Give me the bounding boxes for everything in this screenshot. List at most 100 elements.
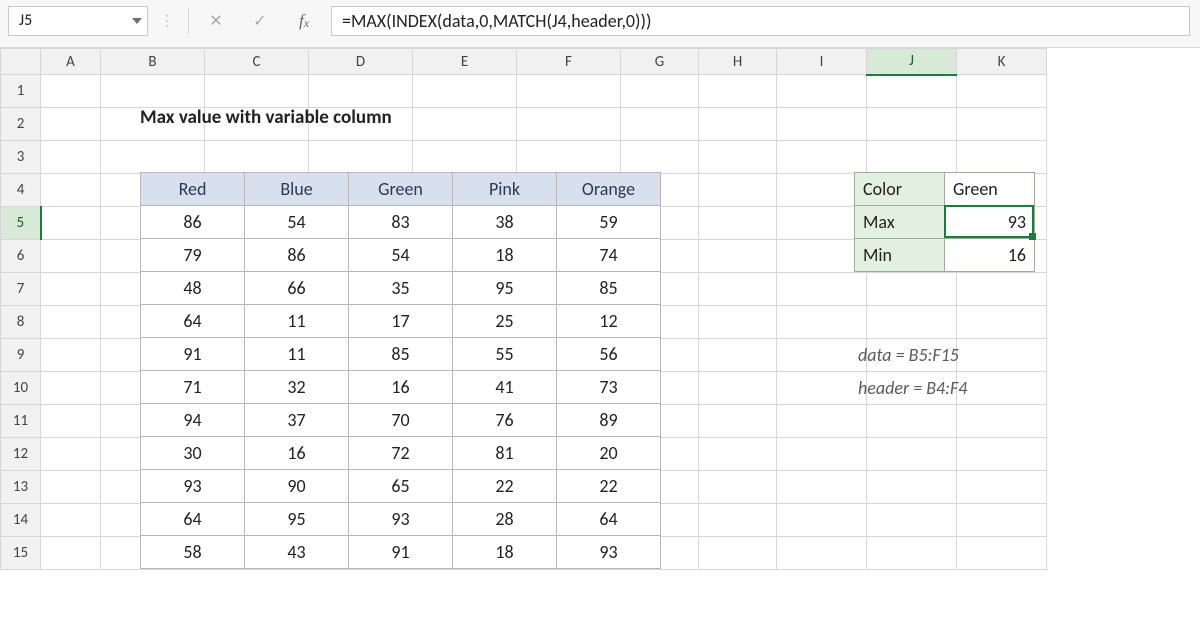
data-cell[interactable]: 16 xyxy=(349,371,453,404)
cell[interactable] xyxy=(777,207,867,240)
cell[interactable] xyxy=(517,108,621,141)
cell[interactable] xyxy=(957,471,1047,504)
cell[interactable] xyxy=(957,273,1047,306)
cell[interactable] xyxy=(621,108,699,141)
data-cell[interactable]: 81 xyxy=(453,437,557,470)
cell[interactable] xyxy=(957,108,1047,141)
enter-icon[interactable]: ✓ xyxy=(243,7,277,35)
row-header[interactable]: 15 xyxy=(1,537,41,570)
col-header[interactable]: B xyxy=(101,49,205,75)
row-header[interactable]: 6 xyxy=(1,240,41,273)
col-header[interactable]: K xyxy=(957,49,1047,75)
cell[interactable] xyxy=(777,537,867,570)
data-cell[interactable]: 30 xyxy=(141,437,245,470)
cell[interactable] xyxy=(699,306,777,339)
data-cell[interactable]: 18 xyxy=(453,239,557,272)
row-header[interactable]: 12 xyxy=(1,438,41,471)
cell[interactable] xyxy=(517,141,621,174)
cell[interactable] xyxy=(41,141,101,174)
col-header[interactable]: F xyxy=(517,49,621,75)
cell[interactable] xyxy=(41,339,101,372)
cell[interactable] xyxy=(699,207,777,240)
data-cell[interactable]: 54 xyxy=(245,206,349,239)
data-cell[interactable]: 59 xyxy=(557,206,661,239)
cell[interactable] xyxy=(867,306,957,339)
cell[interactable] xyxy=(41,438,101,471)
cell[interactable] xyxy=(41,306,101,339)
cell[interactable] xyxy=(517,75,621,108)
data-cell[interactable]: 90 xyxy=(245,470,349,503)
lookup-min-value[interactable]: 16 xyxy=(945,239,1035,272)
data-cell[interactable]: 54 xyxy=(349,239,453,272)
data-cell[interactable]: 22 xyxy=(557,470,661,503)
cell[interactable] xyxy=(41,174,101,207)
cell[interactable] xyxy=(957,306,1047,339)
cell[interactable] xyxy=(777,405,867,438)
cell[interactable] xyxy=(867,108,957,141)
data-cell[interactable]: 93 xyxy=(557,536,661,569)
cell[interactable] xyxy=(957,339,1047,372)
row-header[interactable]: 10 xyxy=(1,372,41,405)
cell[interactable] xyxy=(101,75,205,108)
cell[interactable] xyxy=(699,405,777,438)
data-cell[interactable]: 71 xyxy=(141,371,245,404)
cell[interactable] xyxy=(777,174,867,207)
cell[interactable] xyxy=(777,306,867,339)
data-cell[interactable]: 41 xyxy=(453,371,557,404)
row-header[interactable]: 11 xyxy=(1,405,41,438)
formula-input[interactable]: =MAX(INDEX(data,0,MATCH(J4,header,0))) xyxy=(331,6,1190,36)
cell[interactable] xyxy=(41,240,101,273)
cell[interactable] xyxy=(41,372,101,405)
cell[interactable] xyxy=(699,504,777,537)
row-header[interactable]: 4 xyxy=(1,174,41,207)
row-header[interactable]: 1 xyxy=(1,75,41,108)
data-cell[interactable]: 64 xyxy=(141,305,245,338)
cell[interactable] xyxy=(777,75,867,108)
data-cell[interactable]: 11 xyxy=(245,338,349,371)
cell[interactable] xyxy=(41,207,101,240)
data-cell[interactable]: 64 xyxy=(557,503,661,536)
data-cell[interactable]: 22 xyxy=(453,470,557,503)
cell[interactable] xyxy=(699,372,777,405)
col-header[interactable]: E xyxy=(413,49,517,75)
cell[interactable] xyxy=(777,504,867,537)
data-cell[interactable]: 11 xyxy=(245,305,349,338)
row-header[interactable]: 8 xyxy=(1,306,41,339)
cell[interactable] xyxy=(699,141,777,174)
data-cell[interactable]: 58 xyxy=(141,536,245,569)
row-header[interactable]: 5 xyxy=(1,207,41,240)
data-cell[interactable]: 55 xyxy=(453,338,557,371)
cell[interactable] xyxy=(41,108,101,141)
worksheet-grid[interactable]: A B C D E F G H I J K 123456789101112131… xyxy=(0,48,1200,570)
cell[interactable] xyxy=(309,75,413,108)
data-cell[interactable]: 85 xyxy=(557,272,661,305)
cell[interactable] xyxy=(621,141,699,174)
lookup-max-value[interactable]: 93 xyxy=(945,206,1035,239)
col-header[interactable]: G xyxy=(621,49,699,75)
cell[interactable] xyxy=(777,273,867,306)
row-header[interactable]: 14 xyxy=(1,504,41,537)
cell[interactable] xyxy=(867,438,957,471)
cell[interactable] xyxy=(957,504,1047,537)
cell[interactable] xyxy=(41,471,101,504)
data-cell[interactable]: 43 xyxy=(245,536,349,569)
cell[interactable] xyxy=(957,75,1047,108)
cell[interactable] xyxy=(957,372,1047,405)
cell[interactable] xyxy=(777,141,867,174)
data-cell[interactable]: 32 xyxy=(245,371,349,404)
cell[interactable] xyxy=(413,141,517,174)
data-cell[interactable]: 70 xyxy=(349,404,453,437)
data-cell[interactable]: 20 xyxy=(557,437,661,470)
data-cell[interactable]: 65 xyxy=(349,470,453,503)
insert-function-icon[interactable]: fx xyxy=(287,7,321,35)
cell[interactable] xyxy=(309,141,413,174)
data-cell[interactable]: 91 xyxy=(349,536,453,569)
cell[interactable] xyxy=(41,273,101,306)
cell[interactable] xyxy=(777,240,867,273)
data-cell[interactable]: 86 xyxy=(141,206,245,239)
cell[interactable] xyxy=(699,471,777,504)
cell[interactable] xyxy=(867,471,957,504)
data-cell[interactable]: 95 xyxy=(453,272,557,305)
cell[interactable] xyxy=(867,537,957,570)
name-box[interactable]: J5 xyxy=(8,6,148,36)
